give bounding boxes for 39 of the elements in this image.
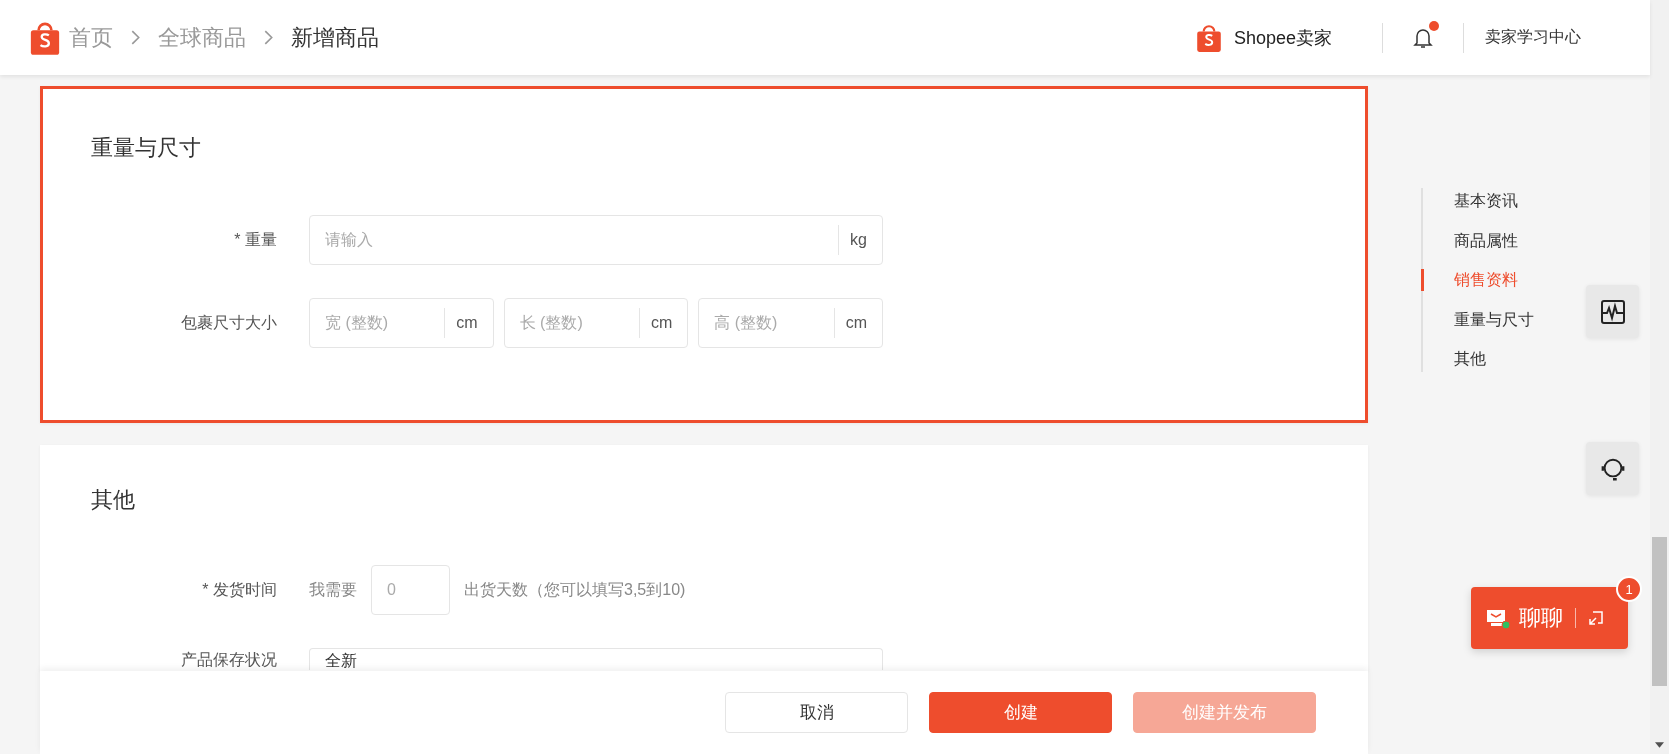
- scrollbar-thumb[interactable]: [1652, 537, 1667, 686]
- bell-icon: [1413, 26, 1433, 49]
- section-anchor-link[interactable]: 基本资讯: [1421, 190, 1534, 212]
- pulse-monitor-icon: [1599, 298, 1626, 325]
- input-field[interactable]: 高 (整数) cm: [698, 298, 883, 348]
- section-title: 其他: [90, 486, 136, 514]
- notification-button[interactable]: [1413, 20, 1439, 49]
- brand-name[interactable]: Shopee卖家: [1233, 25, 1332, 50]
- monitor-button[interactable]: [1586, 285, 1639, 338]
- scrollbar[interactable]: [1650, 0, 1669, 754]
- unread-count-badge: 1: [1616, 576, 1642, 602]
- input-field[interactable]: 请输入 kg: [309, 215, 883, 265]
- learning-center-link[interactable]: 卖家学习中心: [1485, 27, 1581, 48]
- section-anchor-link[interactable]: 其他: [1421, 348, 1534, 370]
- unit-label: cm: [845, 314, 867, 332]
- scroll-down-icon[interactable]: [1655, 742, 1664, 748]
- unit-label: cm: [651, 314, 673, 332]
- unit-label: cm: [456, 314, 478, 332]
- create-button[interactable]: 创建: [929, 692, 1112, 733]
- field-label: * 重量: [233, 229, 278, 250]
- chevron-icon: [264, 30, 273, 45]
- input-field[interactable]: 宽 (整数) cm: [309, 298, 494, 348]
- unit-label: kg: [850, 231, 867, 249]
- chevron-icon: [131, 30, 140, 45]
- cancel-button[interactable]: 取消: [725, 692, 908, 733]
- field-prefix: 我需要: [309, 579, 357, 600]
- condition-select[interactable]: 全新: [309, 648, 883, 670]
- field-label: * 发货时间: [201, 579, 278, 600]
- section-anchor-link[interactable]: 商品属性: [1421, 229, 1534, 252]
- section-title: 重量与尺寸: [90, 134, 202, 162]
- chat-button[interactable]: 聊聊: [1471, 587, 1628, 649]
- field-label: 包裹尺寸大小: [180, 312, 278, 333]
- support-button[interactable]: [1586, 442, 1639, 495]
- section-anchor-link[interactable]: 重量与尺寸: [1421, 308, 1534, 331]
- field-hint: 出货天数（您可以填写3,5到10): [464, 579, 686, 600]
- input-field[interactable]: 长 (整数) cm: [503, 298, 689, 348]
- field-label: 产品保存状况: [180, 650, 278, 669]
- shopping-bag-logo[interactable]: [1195, 22, 1222, 53]
- expand-icon[interactable]: [1588, 610, 1604, 626]
